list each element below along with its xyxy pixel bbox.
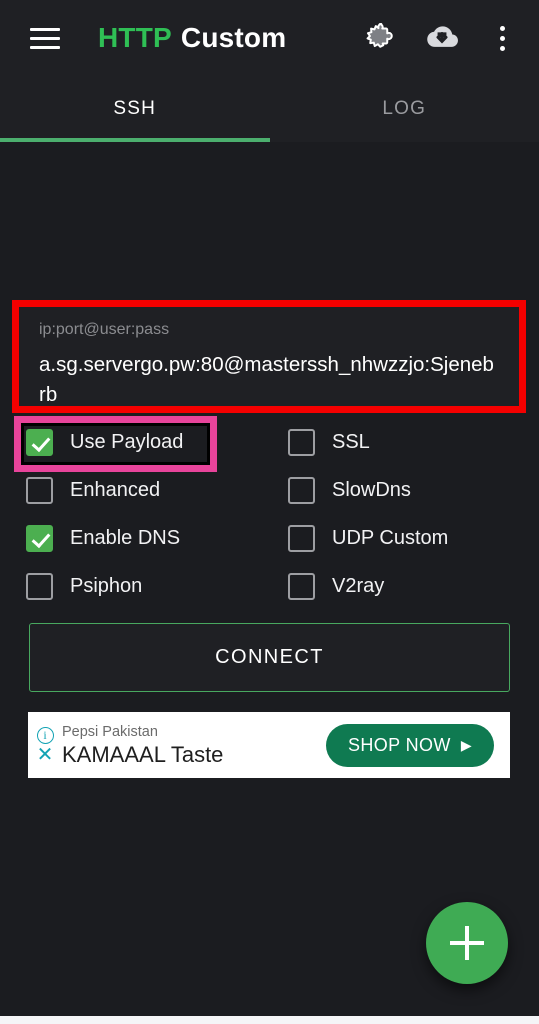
plus-icon: [465, 926, 469, 960]
checkbox-label: V2ray: [332, 574, 385, 597]
overflow-dots: [499, 25, 505, 51]
ad-close-icon[interactable]: ✕: [37, 745, 54, 765]
checkbox-enable-dns[interactable]: Enable DNS: [26, 514, 288, 562]
checkbox-enhanced[interactable]: Enhanced: [26, 466, 288, 514]
host-field[interactable]: ip:port@user:pass a.sg.servergo.pw:80@ma…: [19, 307, 519, 410]
ad-info-icon[interactable]: i: [36, 727, 54, 744]
checkbox-label: UDP Custom: [332, 526, 449, 549]
ad-cta-label: SHOP NOW: [347, 734, 451, 755]
checkbox-ssl[interactable]: SSL: [288, 418, 539, 466]
hamburger-line: [30, 36, 60, 40]
ad-badges: i ✕: [28, 712, 58, 778]
app-root: HTTP Custom SSH LOG ip:port@user:pass a.…: [0, 0, 539, 1024]
cloud-download-icon[interactable]: [423, 19, 461, 57]
ad-banner[interactable]: i ✕ Pepsi Pakistan KAMAAAL Taste SHOP NO…: [28, 712, 510, 778]
ad-advertiser: Pepsi Pakistan: [62, 723, 158, 740]
checkbox-v2ray[interactable]: V2ray: [288, 562, 539, 610]
chevron-right-icon: ▶: [460, 736, 472, 753]
puzzle-icon[interactable]: [363, 19, 401, 57]
checkbox-label: Use Payload: [70, 430, 184, 453]
app-bar: HTTP Custom: [0, 0, 539, 76]
app-title-custom: Custom: [180, 22, 287, 53]
app-title: HTTP Custom: [98, 22, 363, 54]
host-field-label: ip:port@user:pass: [39, 321, 170, 338]
checkbox-psiphon[interactable]: Psiphon: [26, 562, 288, 610]
options-grid: Use Payload SSL Enhanced SlowDns Enable …: [0, 418, 539, 610]
host-field-annotation-box: ip:port@user:pass a.sg.servergo.pw:80@ma…: [12, 300, 526, 413]
checkbox-label: SlowDns: [332, 478, 411, 501]
tab-log[interactable]: LOG: [270, 76, 539, 142]
hamburger-menu-icon[interactable]: [24, 17, 66, 59]
ad-cta-button[interactable]: SHOP NOW ▶: [325, 723, 494, 767]
checkbox-box: [288, 572, 315, 600]
overflow-dot: [499, 25, 505, 31]
overflow-dot: [499, 45, 505, 51]
checkbox-box: [26, 428, 53, 456]
ad-headline: KAMAAAL Taste: [62, 741, 224, 767]
checkbox-box: [288, 476, 315, 504]
tab-bar: SSH LOG: [0, 76, 539, 142]
ad-text: Pepsi Pakistan KAMAAAL Taste: [58, 723, 326, 768]
checkbox-box: [26, 524, 53, 552]
hamburger-line: [30, 27, 60, 31]
connect-button[interactable]: CONNECT: [29, 623, 510, 692]
app-bar-actions: [363, 19, 521, 57]
main-content: ip:port@user:pass a.sg.servergo.pw:80@ma…: [0, 142, 539, 1024]
overflow-dot: [499, 35, 505, 41]
overflow-menu-icon[interactable]: [483, 19, 521, 57]
checkbox-box: [26, 572, 53, 600]
tab-ssh[interactable]: SSH: [0, 76, 270, 142]
checkbox-box: [26, 476, 53, 504]
checkbox-use-payload[interactable]: Use Payload: [26, 418, 288, 466]
add-fab-button[interactable]: [426, 902, 508, 984]
checkbox-box: [288, 524, 315, 552]
checkbox-label: SSL: [332, 430, 370, 453]
checkbox-label: Psiphon: [70, 574, 143, 597]
hamburger-line: [30, 45, 60, 49]
checkbox-slowdns[interactable]: SlowDns: [288, 466, 539, 514]
checkbox-box: [288, 428, 315, 456]
checkbox-label: Enhanced: [70, 478, 161, 501]
app-title-http: HTTP: [98, 22, 172, 53]
system-navigation-bar: [0, 1016, 539, 1024]
host-field-value: a.sg.servergo.pw:80@masterssh_nhwzzjo:Sj…: [39, 353, 494, 406]
checkbox-label: Enable DNS: [70, 526, 181, 549]
checkbox-udp-custom[interactable]: UDP Custom: [288, 514, 539, 562]
